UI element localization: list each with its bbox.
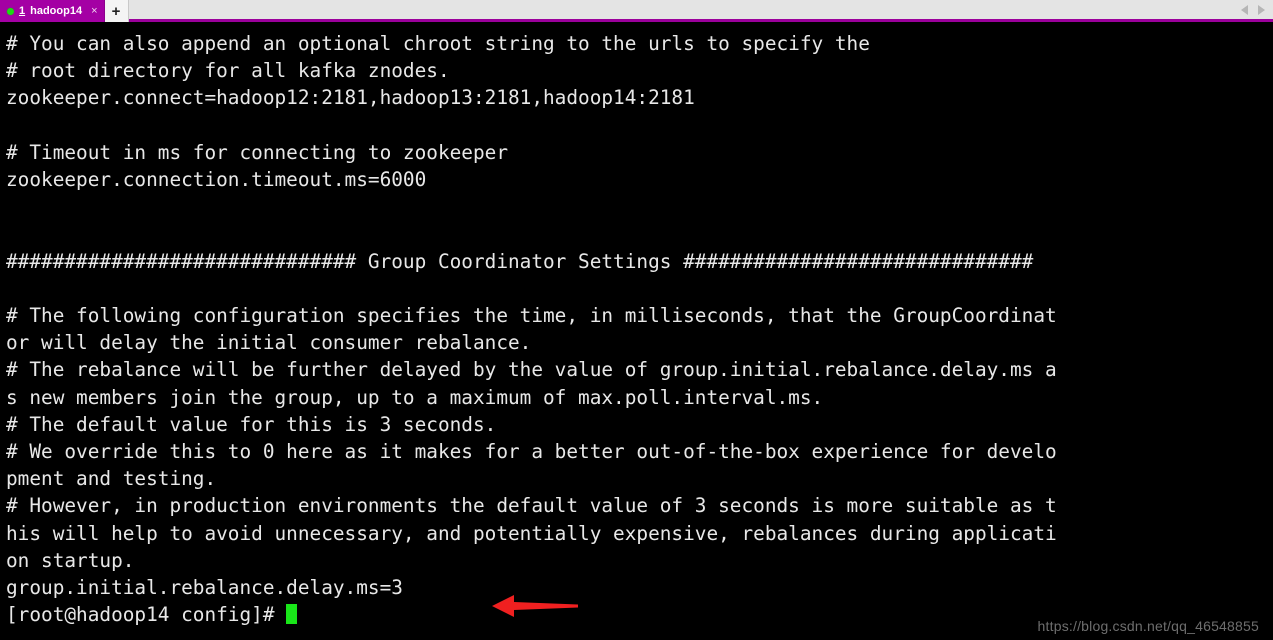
terminal-prompt-line: [root@hadoop14 config]# [6,603,298,627]
tab-nav-controls [1241,0,1273,19]
tab-bar: 1 hadoop14 × + [0,0,1273,22]
terminal-window: 1 hadoop14 × + # You can also append an … [0,0,1273,640]
watermark-text: https://blog.csdn.net/qq_46548855 [1037,618,1259,634]
tab-title-label: hadoop14 [30,5,83,17]
terminal-screen[interactable]: # You can also append an optional chroot… [0,25,1273,640]
close-icon[interactable]: × [91,5,97,17]
terminal-file-content: # You can also append an optional chroot… [6,32,1057,600]
tab-index-label: 1 [19,5,26,17]
terminal-cursor [286,604,298,625]
shell-prompt: [root@hadoop14 config]# [6,603,287,627]
tab-bar-empty-area [128,0,1241,19]
tab-hadoop14[interactable]: 1 hadoop14 × [0,0,105,22]
tab-status-dot [7,7,14,15]
new-tab-button[interactable]: + [104,0,129,22]
chevron-right-icon[interactable] [1258,4,1265,15]
chevron-left-icon[interactable] [1241,4,1248,15]
terminal-output: # You can also append an optional chroot… [0,25,1273,628]
